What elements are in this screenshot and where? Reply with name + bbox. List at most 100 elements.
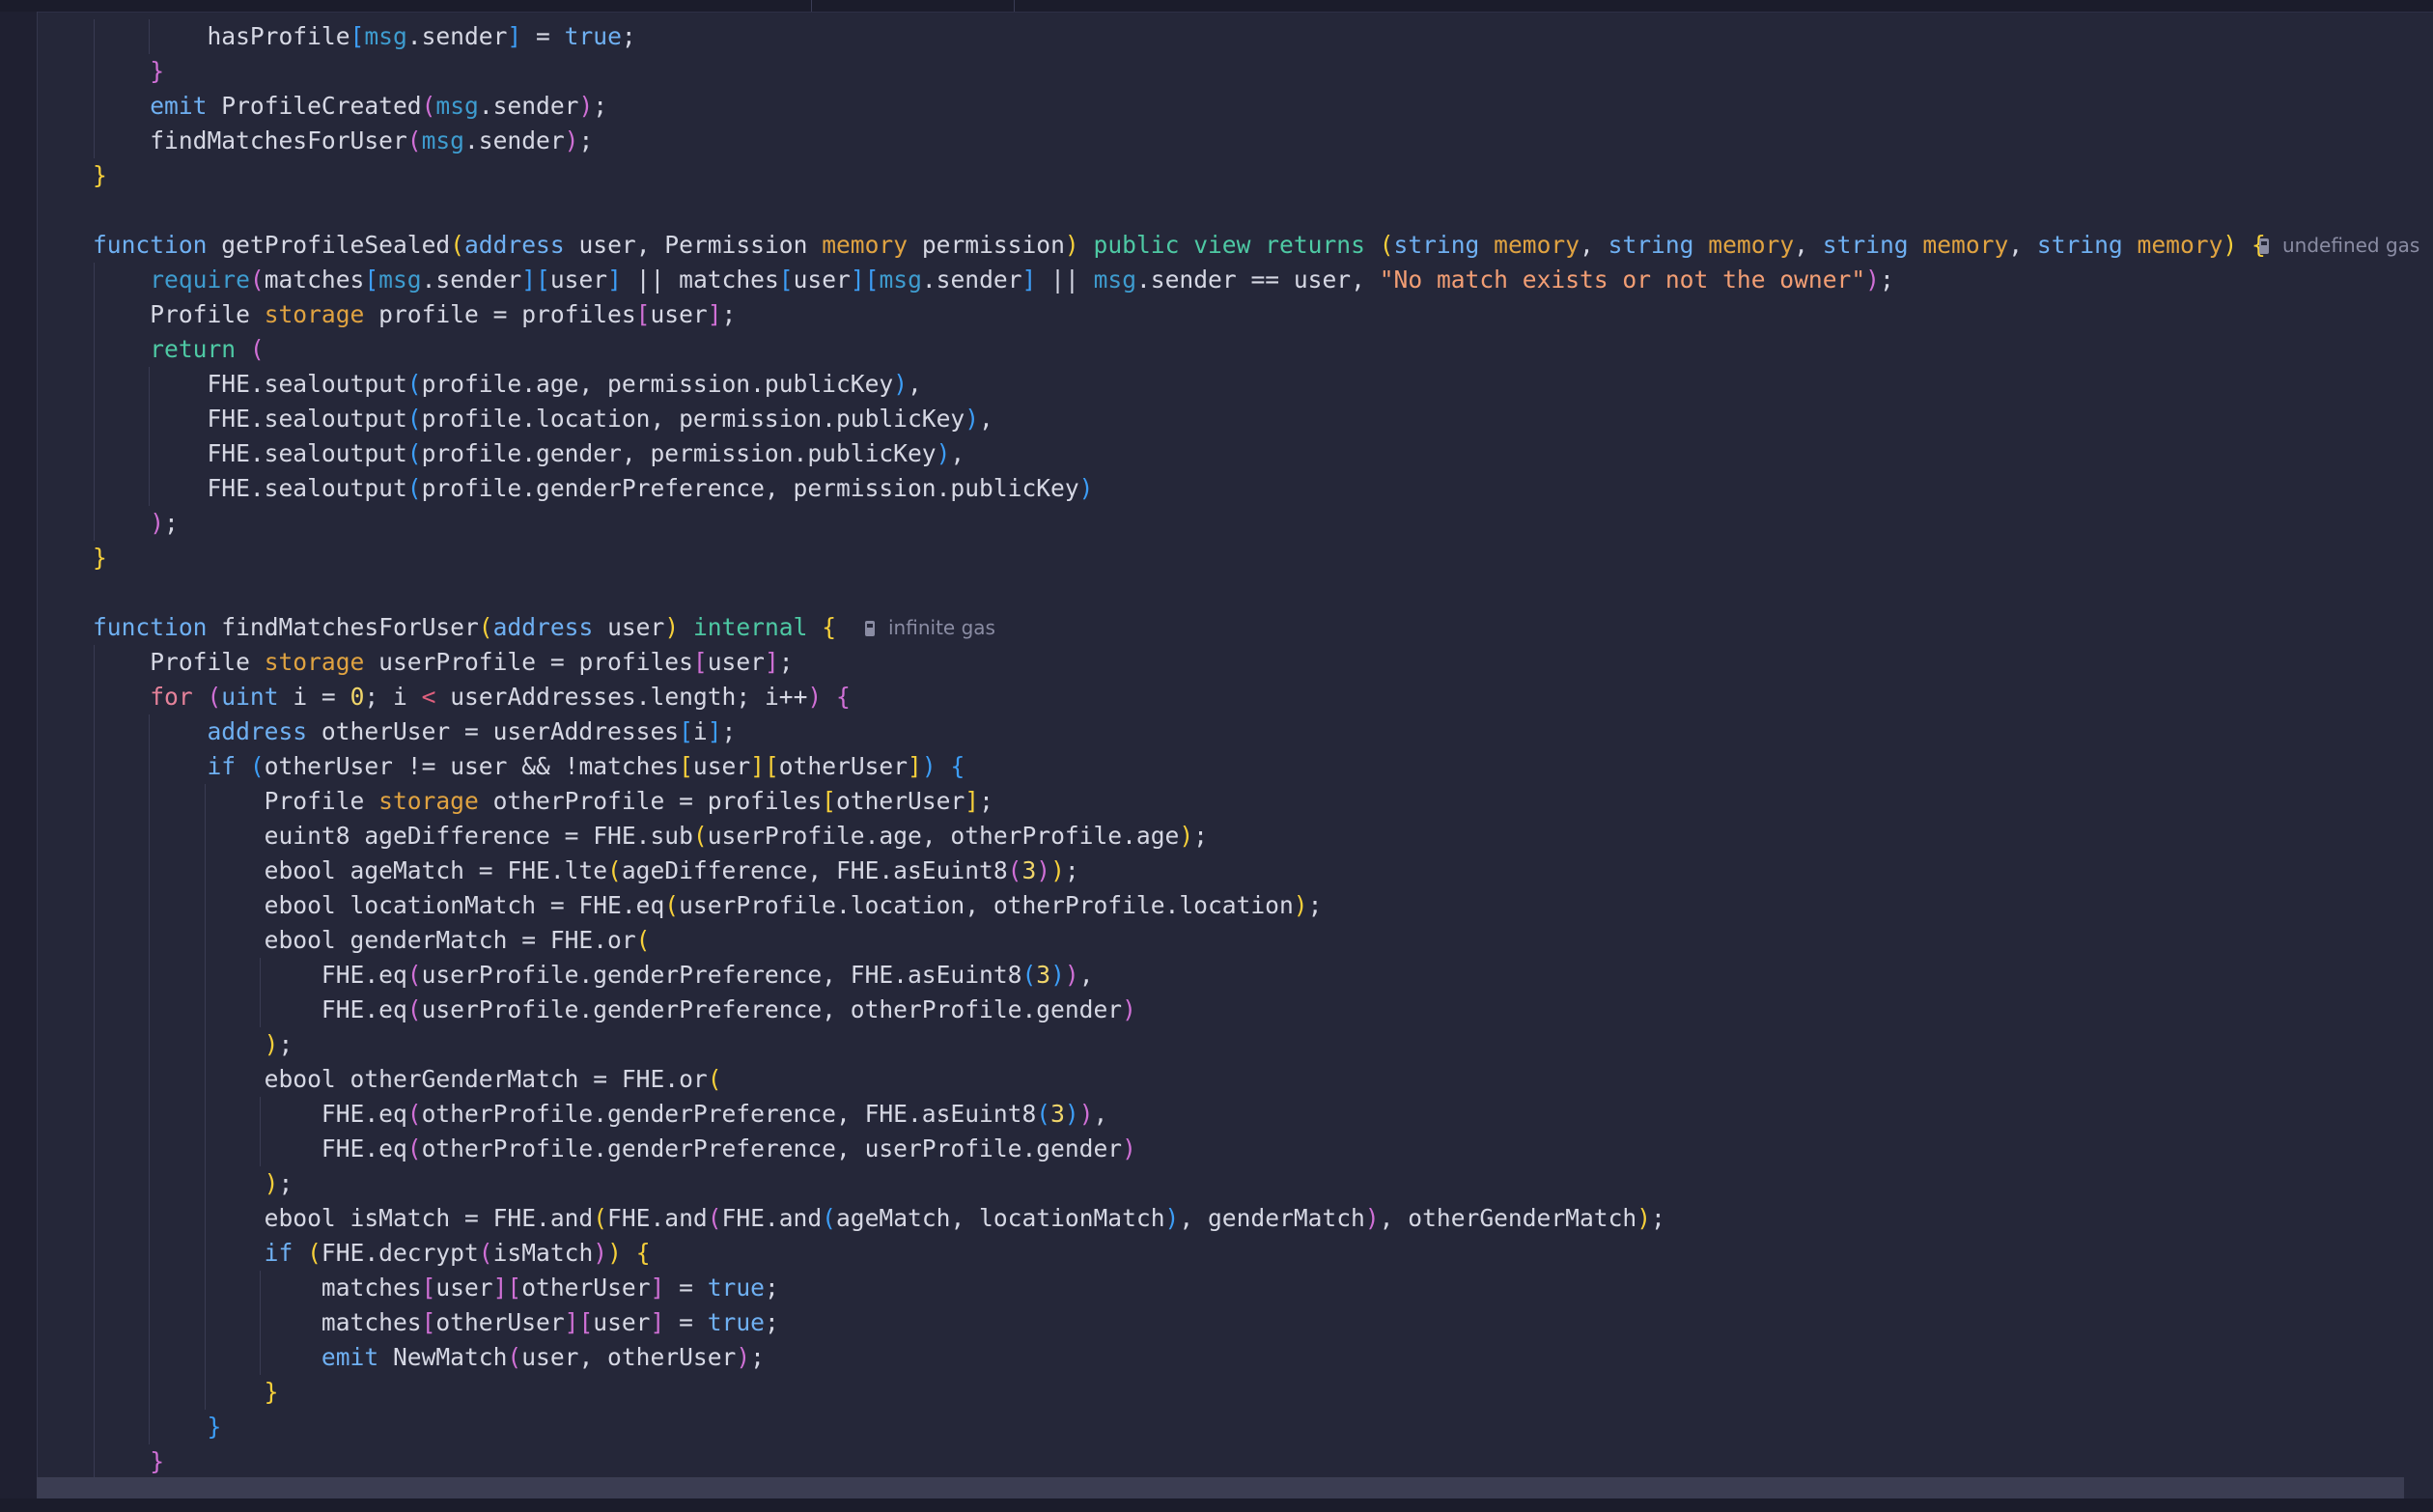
code-line[interactable]: ebool otherGenderMatch = FHE.or( <box>93 1062 722 1097</box>
code-line[interactable]: FHE.eq(otherProfile.genderPreference, FH… <box>93 1097 1107 1132</box>
code-line[interactable]: } <box>93 158 107 193</box>
code-token: profile.gender, permission.publicKey <box>421 439 937 467</box>
code-token: .sender <box>478 92 579 120</box>
code-line[interactable]: FHE.sealoutput(profile.genderPreference,… <box>93 471 1093 506</box>
gas-pump-icon <box>865 621 879 636</box>
code-token: [ <box>692 648 708 676</box>
code-line[interactable]: emit NewMatch(user, otherUser); <box>93 1340 765 1375</box>
code-token: 3 <box>1021 856 1037 884</box>
code-line[interactable]: } <box>93 1444 164 1479</box>
code-token: FHE.sealoutput <box>93 439 407 467</box>
code-token: } <box>93 57 165 85</box>
code-token: ) <box>1122 995 1136 1023</box>
code-line[interactable]: euint8 ageDifference = FHE.sub(userProfi… <box>93 819 1208 854</box>
code-token: if <box>93 752 237 780</box>
code-line[interactable]: FHE.eq(userProfile.genderPreference, FHE… <box>93 958 1094 993</box>
code-line[interactable]: } <box>93 54 164 89</box>
code-area[interactable]: hasProfile[msg.sender] = true; } emit Pr… <box>0 12 2433 1510</box>
code-token: userProfile = profiles <box>364 648 693 676</box>
code-line[interactable]: FHE.eq(otherProfile.genderPreference, us… <box>93 1132 1136 1166</box>
code-token: ( <box>1021 961 1037 989</box>
code-token: ( <box>1379 231 1394 259</box>
code-line[interactable]: matches[user][otherUser] = true; <box>93 1271 779 1305</box>
code-line[interactable]: return ( <box>93 332 265 367</box>
code-token: ; <box>593 92 608 120</box>
code-line[interactable]: Profile storage profile = profiles[user]… <box>93 297 736 332</box>
code-token: ( <box>607 856 622 884</box>
code-token: ( <box>692 822 708 850</box>
code-token: ] <box>607 266 622 294</box>
code-token: ) <box>893 370 908 398</box>
code-token: ][ <box>750 752 779 780</box>
code-token: ][ <box>492 1274 522 1302</box>
code-token: findMatchesForUser <box>93 126 407 154</box>
code-token: .sender <box>463 126 565 154</box>
code-token: ) <box>1293 891 1308 919</box>
code-line[interactable]: ebool isMatch = FHE.and(FHE.and(FHE.and(… <box>93 1201 1665 1236</box>
code-token: ) <box>1050 856 1065 884</box>
code-token: ( <box>406 439 422 467</box>
code-line[interactable]: ); <box>93 1166 294 1201</box>
code-line[interactable]: hasProfile[msg.sender] = true; <box>93 19 635 54</box>
code-line[interactable]: matches[otherUser][user] = true; <box>93 1305 779 1340</box>
code-line[interactable]: ); <box>93 506 179 541</box>
code-token: string <box>1393 231 1480 259</box>
code-token: Profile <box>93 787 379 815</box>
code-line[interactable]: Profile storage userProfile = profiles[u… <box>93 645 793 680</box>
code-editor[interactable]: hasProfile[msg.sender] = true; } emit Pr… <box>0 0 2433 1512</box>
code-line[interactable]: Profile storage otherProfile = profiles[… <box>93 784 993 819</box>
code-line[interactable]: FHE.sealoutput(profile.gender, permissio… <box>93 436 965 471</box>
code-token: matches <box>93 1274 422 1302</box>
code-token: ) <box>1364 1204 1380 1232</box>
code-line[interactable]: FHE.eq(userProfile.genderPreference, oth… <box>93 993 1136 1027</box>
code-token: ebool locationMatch = FHE.eq <box>93 891 665 919</box>
code-line[interactable]: } <box>93 541 107 575</box>
code-token: ; <box>1651 1204 1665 1232</box>
code-token: user <box>435 1274 493 1302</box>
code-token: i = <box>278 683 350 711</box>
code-line[interactable]: address otherUser = userAddresses[i]; <box>93 714 736 749</box>
code-token: address <box>492 613 594 641</box>
code-line[interactable]: ebool locationMatch = FHE.eq(userProfile… <box>93 888 1323 923</box>
code-token: ebool ageMatch = FHE.lte <box>93 856 608 884</box>
code-line[interactable]: for (uint i = 0; i < userAddresses.lengt… <box>93 680 851 714</box>
code-line[interactable]: ebool ageMatch = FHE.lte(ageDifference, … <box>93 854 1079 888</box>
code-token: otherUser = userAddresses <box>307 717 680 745</box>
code-token: ) <box>93 1169 279 1197</box>
code-line[interactable]: function findMatchesForUser(address user… <box>93 610 836 645</box>
code-token: ( <box>478 1239 493 1267</box>
code-line[interactable]: FHE.sealoutput(profile.age, permission.p… <box>93 367 921 402</box>
code-token: = <box>664 1308 708 1336</box>
code-token: ; <box>278 1030 294 1058</box>
code-token: ( <box>450 231 464 259</box>
code-line[interactable]: FHE.sealoutput(profile.location, permiss… <box>93 402 993 436</box>
code-line[interactable]: require(matches[msg.sender][user] || mat… <box>93 263 1894 297</box>
code-line[interactable]: findMatchesForUser(msg.sender); <box>93 124 593 158</box>
code-line[interactable]: ebool genderMatch = FHE.or( <box>93 923 651 958</box>
code-line[interactable]: if (FHE.decrypt(isMatch)) { <box>93 1236 651 1271</box>
code-token: ( <box>249 266 265 294</box>
code-token: ( <box>478 613 493 641</box>
code-line[interactable]: } <box>93 1375 279 1410</box>
code-line[interactable]: } <box>93 1410 221 1444</box>
code-line[interactable]: emit ProfileCreated(msg.sender); <box>93 89 607 124</box>
code-line[interactable]: if (otherUser != user && !matches[user][… <box>93 749 965 784</box>
code-token: FHE.and <box>607 1204 708 1232</box>
horizontal-scrollbar[interactable] <box>37 1477 2404 1498</box>
code-token: isMatch <box>492 1239 594 1267</box>
code-token: .sender <box>406 22 508 50</box>
code-token: ) <box>1050 961 1065 989</box>
code-token: ( <box>406 126 422 154</box>
code-line[interactable]: function getProfileSealed(address user, … <box>93 228 2266 263</box>
code-token: address <box>464 231 565 259</box>
code-token: ( <box>249 335 265 363</box>
code-token: , <box>1078 961 1094 989</box>
code-line[interactable]: ); <box>93 1027 294 1062</box>
code-token: { <box>822 613 837 641</box>
code-token: ][ <box>521 266 550 294</box>
code-token: msg <box>1093 266 1136 294</box>
